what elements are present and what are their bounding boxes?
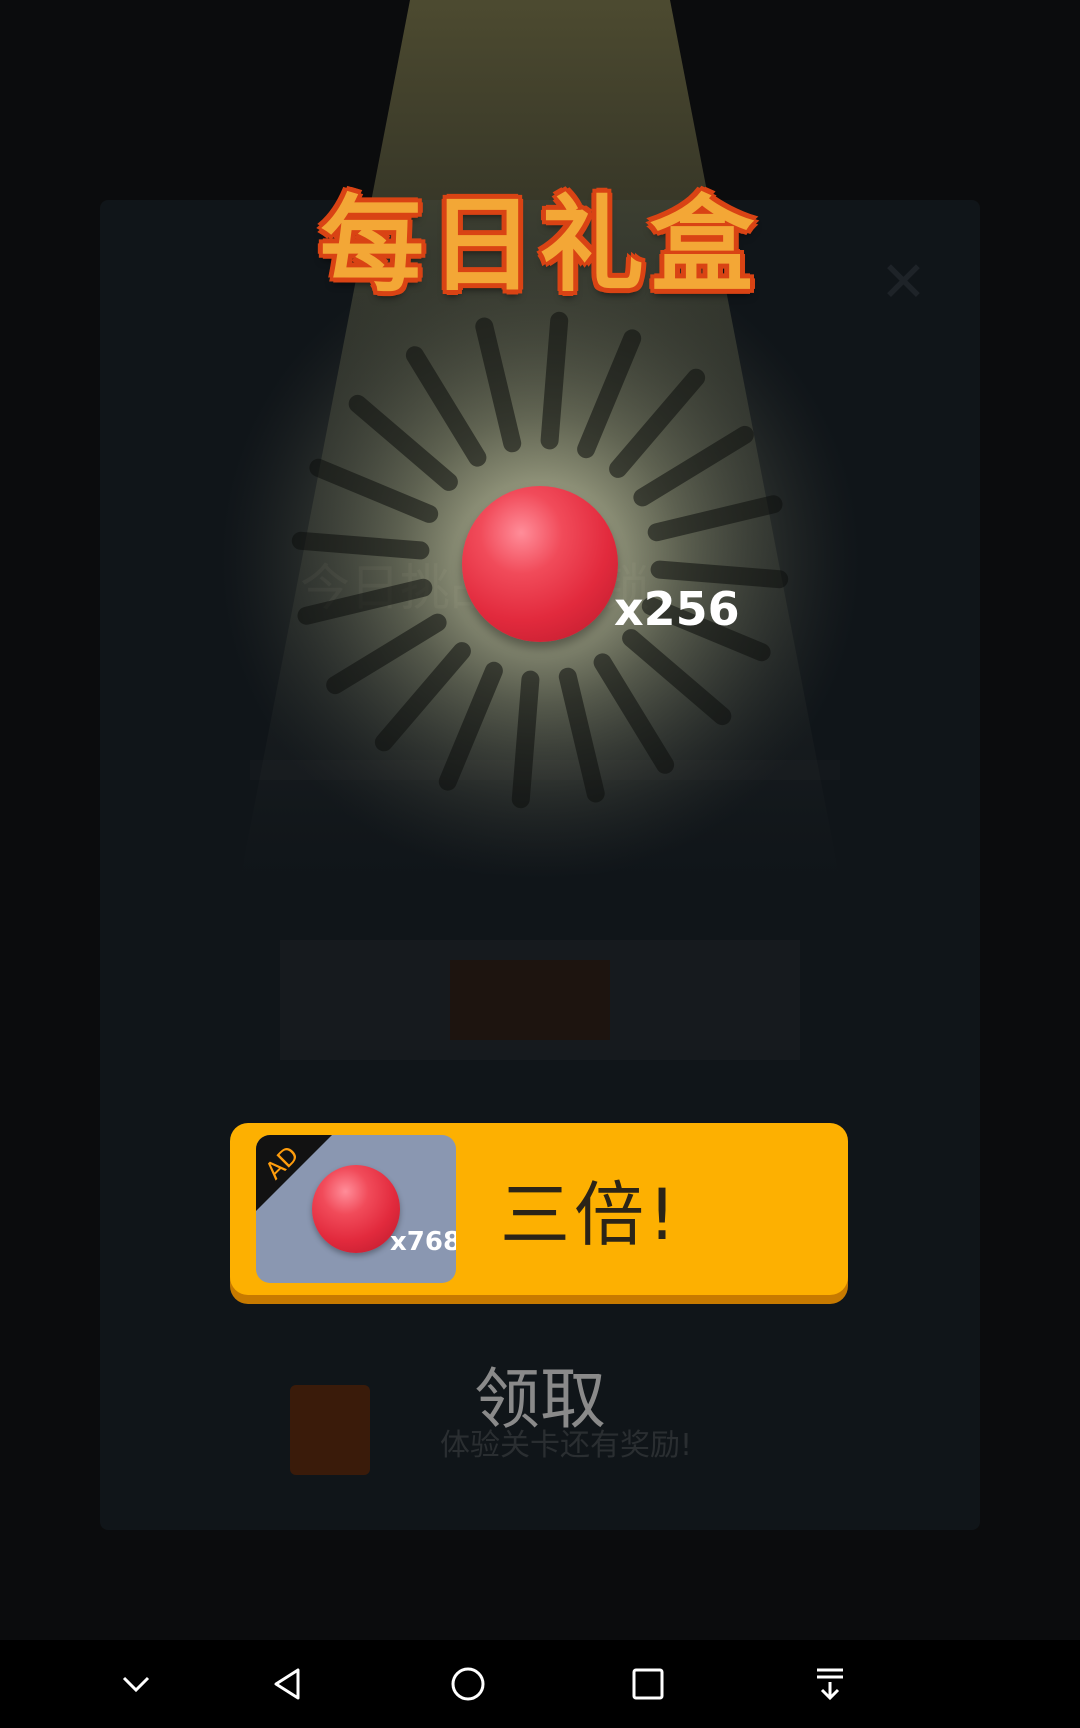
claim-button[interactable]: 领取: [440, 1350, 640, 1450]
navigation-bar: [0, 1640, 1080, 1728]
red-ball-icon: [312, 1165, 400, 1253]
gift-icon: [290, 1385, 370, 1475]
background-block: [450, 960, 610, 1040]
background-panel: [100, 200, 980, 1530]
triple-reward-button[interactable]: AD x768 三倍!: [230, 1123, 848, 1295]
triple-button-label: 三倍!: [500, 1174, 681, 1256]
ad-reward-count: x768: [390, 1227, 456, 1257]
recents-icon[interactable]: [608, 1640, 688, 1728]
screen: ✕ 今日挑战已解锁 体验关卡还有奖励! 每日礼盒 x256 AD: [0, 0, 1080, 1728]
ad-reward-card: AD x768: [256, 1135, 456, 1283]
chevron-down-icon[interactable]: [96, 1640, 176, 1728]
home-icon[interactable]: [428, 1640, 508, 1728]
background-block: [250, 760, 840, 780]
notification-pull-icon[interactable]: [790, 1640, 870, 1728]
back-icon[interactable]: [248, 1640, 328, 1728]
reward-count: x256: [614, 582, 740, 636]
popup-title: 每日礼盒: [319, 184, 760, 306]
red-ball-icon: [462, 486, 618, 642]
